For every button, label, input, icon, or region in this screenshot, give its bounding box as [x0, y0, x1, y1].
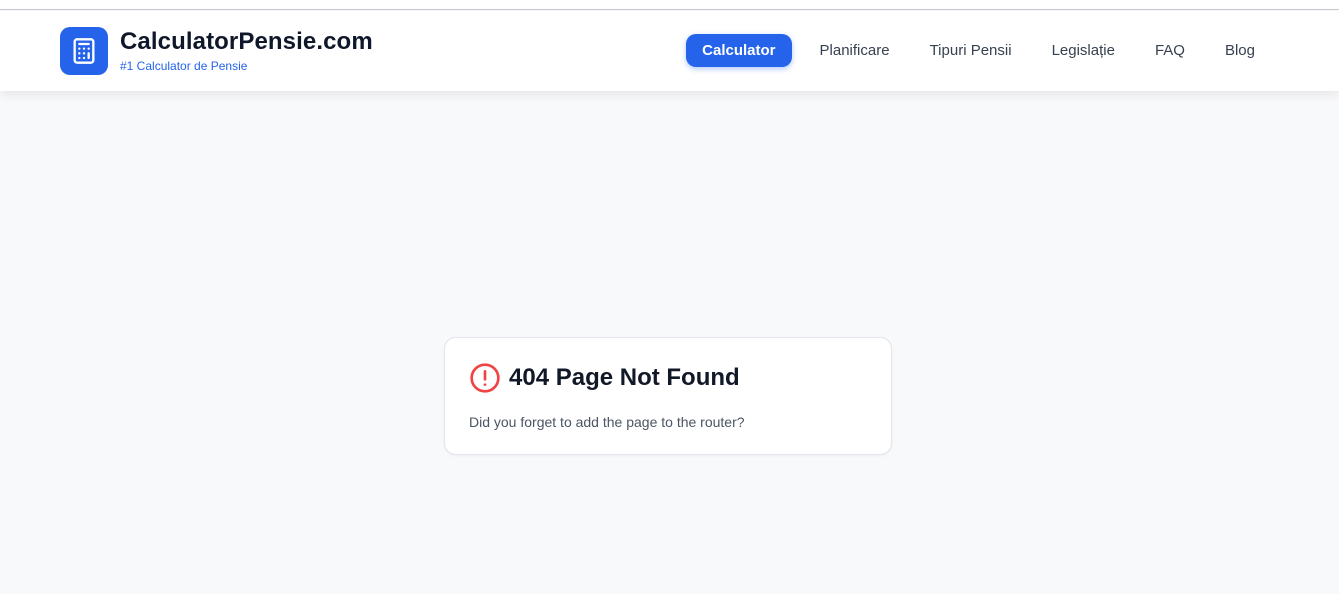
nav-item-calculator[interactable]: Calculator: [686, 34, 792, 67]
brand-tagline: #1 Calculator de Pensie: [120, 59, 248, 73]
nav-item-tipuri-pensii[interactable]: Tipuri Pensii: [910, 34, 1032, 67]
error-card-header: 404 Page Not Found: [469, 362, 867, 394]
site-header: CalculatorPensie.com #1 Calculator de Pe…: [0, 11, 1339, 91]
brand[interactable]: CalculatorPensie.com #1 Calculator de Pe…: [60, 27, 373, 75]
nav-item-faq[interactable]: FAQ: [1135, 34, 1205, 67]
error-title: 404 Page Not Found: [509, 364, 740, 391]
brand-text: CalculatorPensie.com #1 Calculator de Pe…: [120, 28, 373, 74]
error-card: 404 Page Not Found Did you forget to add…: [444, 337, 892, 455]
error-message: Did you forget to add the page to the ro…: [469, 414, 745, 430]
nav-item-planificare[interactable]: Planificare: [800, 34, 910, 67]
main-nav: Calculator Planificare Tipuri Pensii Leg…: [686, 34, 1275, 67]
calculator-icon[interactable]: [60, 27, 108, 75]
alert-circle-icon: [469, 362, 501, 394]
nav-item-legislatie[interactable]: Legislație: [1032, 34, 1135, 67]
nav-item-blog[interactable]: Blog: [1205, 34, 1275, 67]
brand-name[interactable]: CalculatorPensie.com: [120, 28, 373, 56]
top-border: [0, 0, 1339, 10]
